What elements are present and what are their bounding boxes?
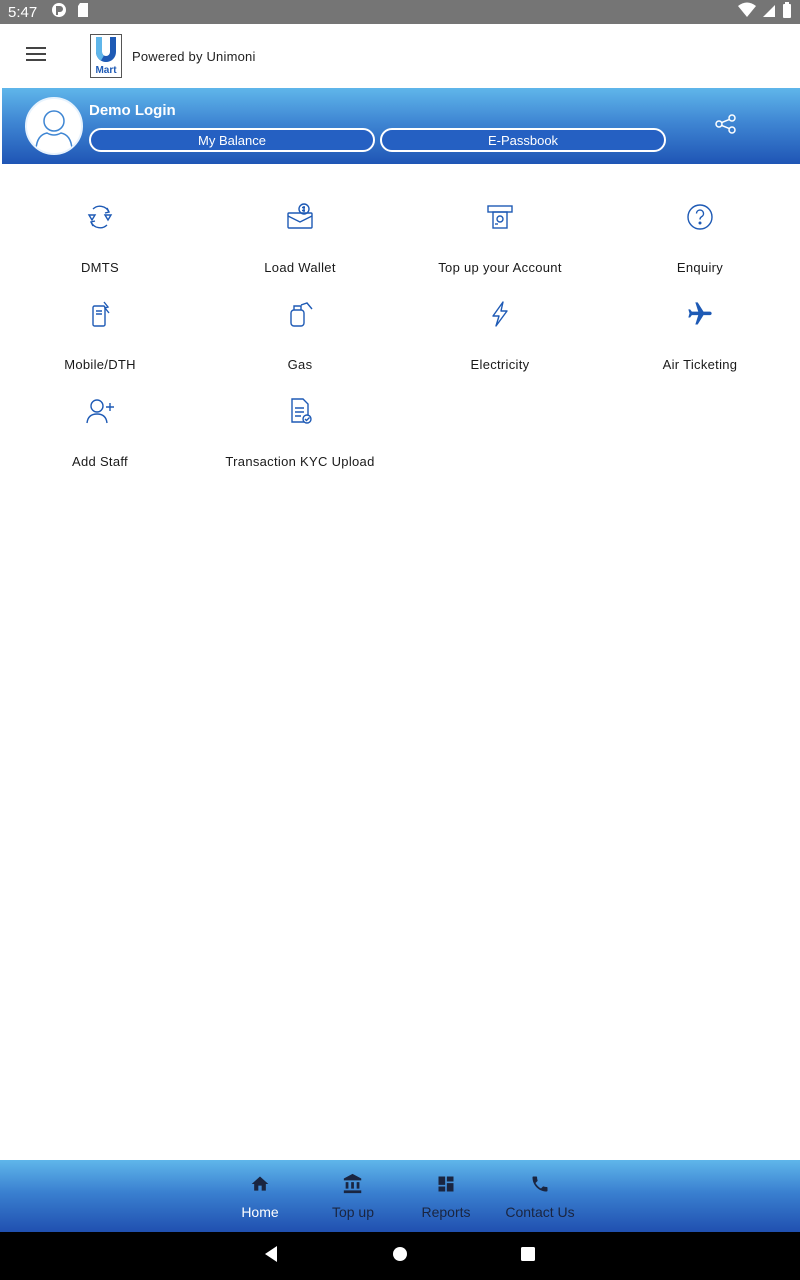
service-label: Load Wallet <box>264 260 336 275</box>
wallet-icon <box>283 200 317 234</box>
profile-header: Demo Login My Balance E-Passbook <box>2 88 800 164</box>
service-gas[interactable]: Gas <box>200 283 400 380</box>
dashboard-icon <box>434 1172 458 1196</box>
e-passbook-button[interactable]: E-Passbook <box>380 128 666 152</box>
back-icon <box>262 1245 280 1268</box>
service-label: Gas <box>287 357 313 372</box>
nav-reports[interactable]: Reports <box>412 1160 480 1232</box>
question-icon <box>683 200 717 234</box>
service-label: Add Staff <box>72 454 128 469</box>
gas-cylinder-icon <box>283 297 317 331</box>
nav-top-up[interactable]: Top up <box>323 1160 383 1232</box>
atm-cash-icon <box>483 200 517 234</box>
service-mobile-dth[interactable]: Mobile/DTH <box>0 283 200 380</box>
services-grid: DMTS Load Wallet Top up your Account Enq… <box>0 186 800 477</box>
service-label: Mobile/DTH <box>64 357 136 372</box>
powered-by-text: Powered by Unimoni <box>132 48 256 64</box>
phone-icon <box>528 1172 552 1196</box>
nav-label: Home <box>241 1204 279 1220</box>
share-icon <box>715 113 737 139</box>
service-air-ticketing[interactable]: Air Ticketing <box>600 283 800 380</box>
app-notification-icon <box>51 2 67 23</box>
umart-logo: Mart <box>90 34 122 78</box>
bank-icon <box>341 1172 365 1196</box>
document-check-icon <box>283 394 317 428</box>
service-label: Transaction KYC Upload <box>225 454 375 469</box>
system-recents-button[interactable] <box>516 1244 540 1268</box>
menu-button[interactable] <box>0 24 72 88</box>
nav-home[interactable]: Home <box>230 1160 290 1232</box>
system-back-button[interactable] <box>259 1244 283 1268</box>
nav-contact-us[interactable]: Contact Us <box>500 1160 580 1232</box>
nav-label: Reports <box>421 1204 471 1220</box>
cell-signal-icon <box>762 2 776 23</box>
service-label: DMTS <box>80 260 120 275</box>
home-icon <box>248 1172 272 1196</box>
logo-u-icon <box>96 37 116 62</box>
service-load-wallet[interactable]: Load Wallet <box>200 186 400 283</box>
service-electricity[interactable]: Electricity <box>400 283 600 380</box>
app-bar: Mart Powered by Unimoni <box>0 24 800 88</box>
battery-icon <box>782 1 792 23</box>
sd-card-icon <box>77 2 89 23</box>
recents-square-icon <box>520 1246 536 1267</box>
my-balance-button[interactable]: My Balance <box>89 128 375 152</box>
logo-mart-text: Mart <box>95 65 117 76</box>
bottom-navigation: Home Top up Reports Contact Us <box>0 1160 800 1232</box>
share-button[interactable] <box>712 112 740 140</box>
service-label: Enquiry <box>676 260 724 275</box>
money-transfer-icon <box>83 200 117 234</box>
airplane-icon <box>683 297 717 331</box>
avatar[interactable] <box>25 97 83 155</box>
nav-label: Top up <box>331 1204 375 1220</box>
service-label: Air Ticketing <box>662 357 738 372</box>
hamburger-menu-icon <box>26 46 46 66</box>
service-enquiry[interactable]: Enquiry <box>600 186 800 283</box>
service-add-staff[interactable]: Add Staff <box>0 380 200 477</box>
nav-label: Contact Us <box>505 1204 575 1220</box>
lightning-icon <box>483 297 517 331</box>
profile-name: Demo Login <box>89 102 176 119</box>
service-label: Top up your Account <box>438 260 562 275</box>
service-top-up-account[interactable]: Top up your Account <box>400 186 600 283</box>
system-navigation-bar <box>0 1232 800 1280</box>
status-time: 5:47 <box>8 3 38 21</box>
wifi-icon <box>738 2 756 23</box>
status-bar: 5:47 <box>0 0 800 24</box>
service-label: Electricity <box>470 357 530 372</box>
service-dmts[interactable]: DMTS <box>0 186 200 283</box>
user-silhouette-icon <box>35 110 73 150</box>
home-circle-icon <box>392 1246 408 1267</box>
service-transaction-kyc-upload[interactable]: Transaction KYC Upload <box>200 380 400 477</box>
system-home-button[interactable] <box>388 1244 412 1268</box>
add-user-icon <box>83 394 117 428</box>
mobile-recharge-icon <box>83 297 117 331</box>
